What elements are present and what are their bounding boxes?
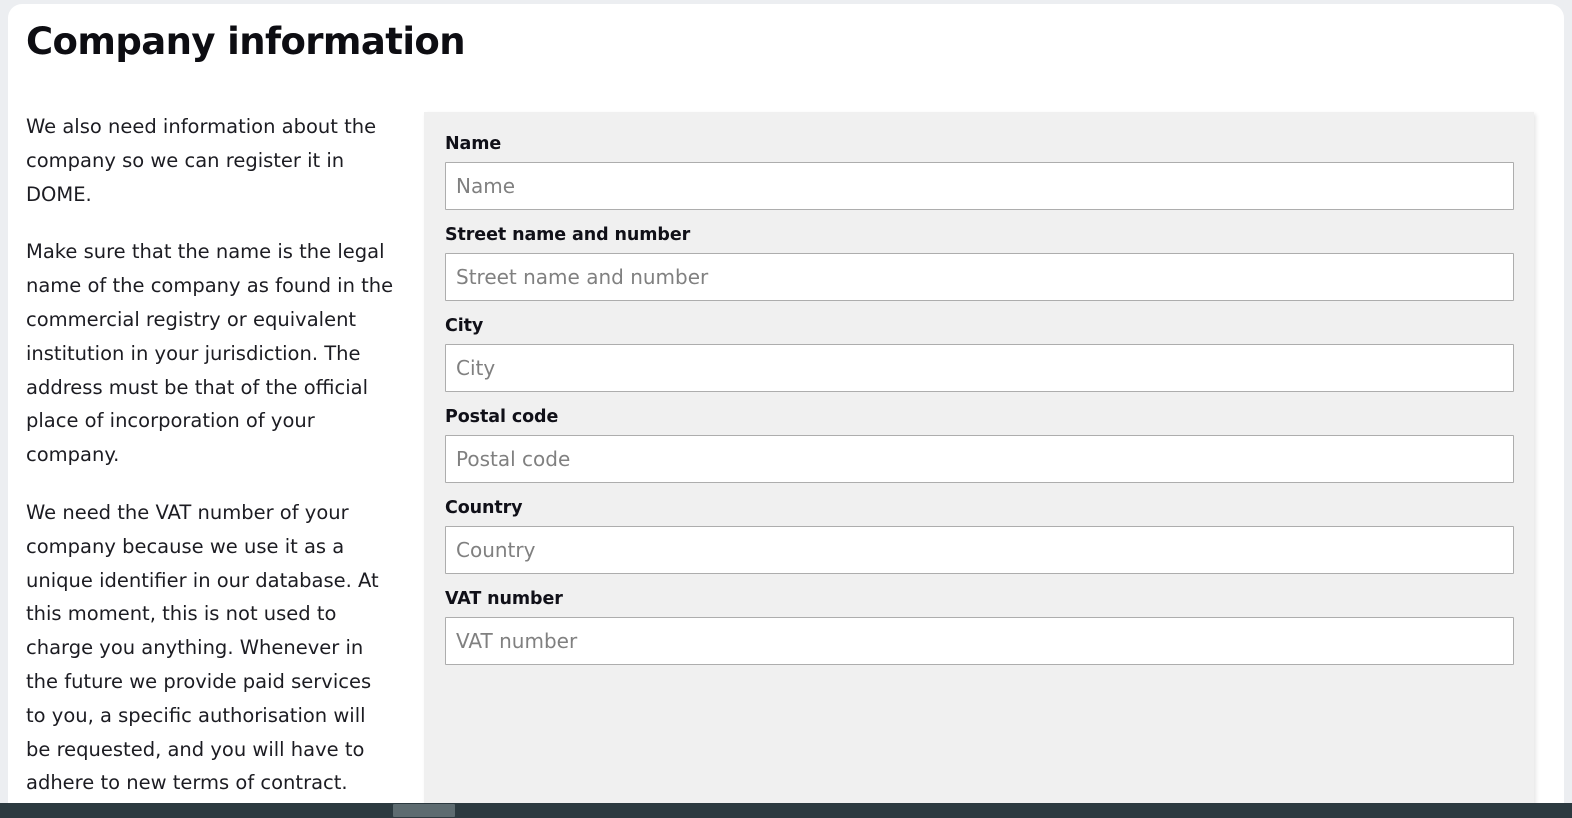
label-city: City <box>445 316 484 336</box>
input-name[interactable] <box>445 162 1514 210</box>
label-postal-code: Postal code <box>445 407 559 427</box>
content-card: Company information We also need informa… <box>8 4 1564 803</box>
label-country: Country <box>445 498 523 518</box>
horizontal-scrollbar[interactable] <box>0 803 1572 818</box>
intro-text-column: We also need information about the compa… <box>26 110 394 800</box>
label-vat-number: VAT number <box>445 589 563 609</box>
input-country[interactable] <box>445 526 1514 574</box>
intro-paragraph: We also need information about the compa… <box>26 115 377 206</box>
browser-viewport: Company information We also need informa… <box>0 0 1572 818</box>
field-group-vat-number: VAT number <box>445 589 1514 665</box>
horizontal-scrollbar-thumb[interactable] <box>393 804 455 817</box>
field-group-street: Street name and number <box>445 225 1514 301</box>
input-vat-number[interactable] <box>445 617 1514 665</box>
company-information-form: Name Street name and number City Postal … <box>424 112 1534 803</box>
intro-paragraph: Make sure that the name is the legal nam… <box>26 240 394 467</box>
input-postal-code[interactable] <box>445 435 1514 483</box>
field-group-city: City <box>445 316 1514 392</box>
field-group-name: Name <box>445 134 1514 210</box>
label-name: Name <box>445 134 502 154</box>
input-city[interactable] <box>445 344 1514 392</box>
label-street-name-and-number: Street name and number <box>445 225 691 245</box>
input-street-name-and-number[interactable] <box>445 253 1514 301</box>
page-title: Company information <box>26 20 466 63</box>
field-group-country: Country <box>445 498 1514 574</box>
field-group-postal-code: Postal code <box>445 407 1514 483</box>
intro-paragraph: We need the VAT number of your company b… <box>26 500 379 795</box>
